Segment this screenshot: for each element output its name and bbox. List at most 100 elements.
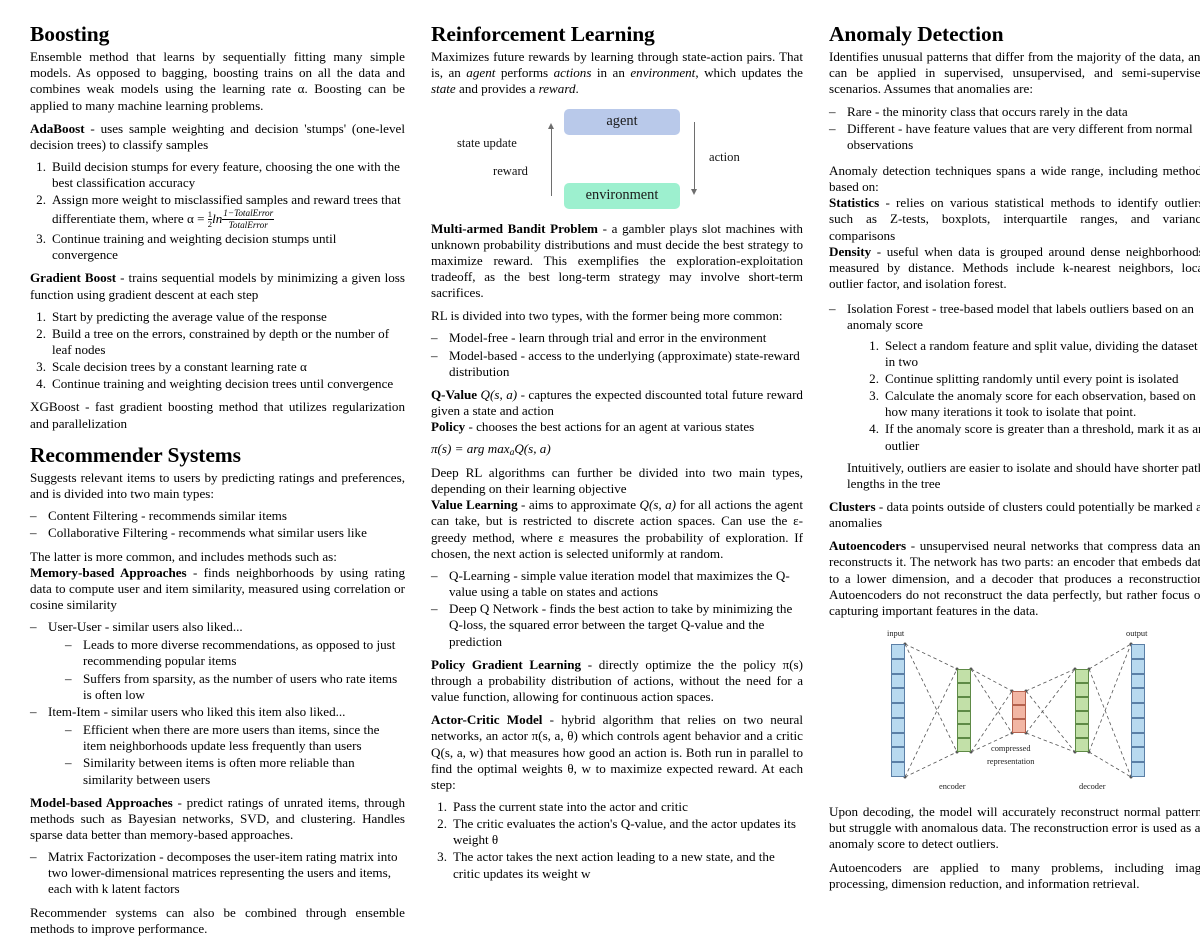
ae-cell	[891, 644, 905, 659]
list-text: Start by predicting the average value of…	[52, 308, 327, 324]
action-label: action	[709, 149, 740, 164]
list-text: Isolation Forest - tree-based model that…	[847, 301, 1194, 333]
section-heading-anomaly-detection: Anomaly Detection	[829, 22, 1004, 46]
dash-marker: –	[30, 703, 37, 719]
dash-marker: –	[65, 670, 72, 686]
list-text: Content Filtering - recommends similar i…	[48, 508, 287, 524]
gradient-boost-steps: 1. Start by predicting the average value …	[30, 309, 405, 393]
rl-intro-e: and provides a	[455, 81, 539, 97]
action-line	[694, 121, 696, 190]
ae-decoder-label: decoder	[1079, 782, 1106, 792]
qvalue-math: Q(s, a)	[480, 386, 518, 402]
ae-cell	[1131, 747, 1145, 763]
list-text: Leads to more diverse recommendations, a…	[83, 637, 396, 669]
ae-cell	[1131, 644, 1145, 659]
ae-cell	[1075, 682, 1089, 697]
ae-cell	[1131, 762, 1145, 777]
dash-marker: –	[65, 755, 72, 771]
adaboost-steps: 1. Build decision stumps for every featur…	[30, 159, 405, 263]
list-text: If the anomaly score is greater than a t…	[885, 421, 1200, 453]
list-text: Select a random feature and split value,…	[885, 337, 1198, 369]
ae-cell	[957, 710, 971, 725]
ae-cell	[1012, 705, 1026, 720]
list-item: – Rare - the minority class that occurs r…	[829, 104, 1200, 120]
dash-marker: –	[829, 120, 836, 136]
state-update-line	[551, 127, 553, 196]
rl-intro-actions: actions	[553, 65, 592, 81]
value-learning-paragraph: Value Learning - aims to approximate Q(s…	[431, 497, 803, 562]
list-marker: 3.	[36, 231, 46, 247]
list-marker: 2.	[36, 325, 46, 341]
ae-decoder-hidden-layer	[1075, 669, 1089, 753]
list-marker: 3.	[869, 388, 879, 404]
list-item: 3. Scale decision trees by a constant lea…	[30, 359, 405, 375]
ae-output-layer	[1131, 644, 1145, 777]
ae-input-label: input	[887, 629, 905, 639]
rl-types-list: – Model-free - learn through trial and er…	[431, 330, 803, 379]
rl-intro-c: in an	[591, 65, 631, 81]
policy-formula: π(s) = arg max a Q(s, a)	[431, 435, 803, 458]
boosting-intro: Ensemble method that learns by sequentia…	[30, 49, 405, 113]
dash-marker: –	[431, 601, 438, 617]
agent-box: agent	[564, 108, 680, 135]
list-text: Continue training and weighting decision…	[52, 376, 394, 392]
list-item: – Matrix Factorization - decomposes the u…	[30, 849, 405, 897]
list-marker: 1.	[36, 159, 46, 175]
list-item: – Q-Learning - simple value iteration mod…	[431, 568, 803, 600]
clusters-term: Clusters	[829, 498, 876, 514]
list-text: Model-based - access to the underlying (…	[449, 347, 800, 379]
deeprl-paragraph: Deep RL algorithms can further be divide…	[431, 465, 803, 497]
ae-cell	[1075, 738, 1089, 753]
list-item: 1. Build decision stumps for every featur…	[30, 159, 405, 191]
ae-cell	[891, 762, 905, 777]
qvalue-term: Q-Value	[431, 386, 478, 402]
rl-intro-agent: agent	[466, 65, 496, 81]
rl-intro-b: performs	[495, 65, 554, 81]
bandit-paragraph: Multi-armed Bandit Problem - a gambler p…	[431, 221, 803, 302]
ae-cell	[1075, 710, 1089, 725]
section-heading-reinforcement-learning: Reinforcement Learning	[431, 22, 655, 46]
ae-compressed-layer	[1012, 691, 1026, 734]
dash-marker: –	[431, 567, 438, 583]
list-marker: 4.	[869, 421, 879, 437]
clusters-desc: - data points outside of clusters could …	[829, 498, 1200, 531]
anomaly-assumptions-list: – Rare - the minority class that occurs r…	[829, 104, 1200, 153]
user-user-list: – User-User - similar users also liked...…	[30, 619, 405, 788]
actor-critic-term: Actor-Critic Model	[431, 712, 543, 728]
fraction-denominator: TotalError	[228, 219, 268, 230]
actor-critic-steps: 1. Pass the current state into the actor …	[431, 799, 803, 882]
list-item: 1. Start by predicting the average value …	[30, 309, 405, 325]
ae-compressed-label-line2: representation	[987, 757, 1035, 767]
list-item: – Collaborative Filtering - recommends wh…	[30, 525, 405, 541]
list-text: Continue training and weighting decision…	[52, 231, 337, 263]
list-marker: 2.	[437, 816, 447, 832]
memory-approaches-term: Memory-based Approaches	[30, 564, 187, 580]
list-text: Different - have feature values that are…	[847, 120, 1193, 152]
ae-cell	[1131, 688, 1145, 704]
list-marker: 3.	[437, 849, 447, 865]
cheatsheet-page: Boosting Ensemble method that learns by …	[0, 0, 1200, 936]
techniques-intro: Anomaly detection techniques spans a wid…	[829, 163, 1200, 195]
gradient-boost-term: Gradient Boost	[30, 270, 117, 286]
column-middle: Reinforcement Learning Maximizes future …	[431, 22, 803, 883]
clusters-paragraph: Clusters - data points outside of cluste…	[829, 499, 1200, 531]
list-text: User-User - similar users also liked...	[48, 619, 243, 635]
ae-cell	[1012, 719, 1026, 734]
ae-cell	[891, 658, 905, 674]
policy-formula-rhs: Q(s, a)	[514, 441, 551, 457]
statistics-paragraph: Statistics - relies on various statistic…	[829, 195, 1200, 243]
qvalue-paragraph: Q-Value Q(s, a) - captures the expected …	[431, 387, 803, 419]
latter-paragraph: The latter is more common, and includes …	[30, 548, 337, 564]
dash-marker: –	[65, 722, 72, 738]
list-text: Deep Q Network - finds the best action t…	[449, 601, 793, 649]
state-update-label: state update	[457, 135, 517, 150]
list-marker: 4.	[36, 376, 46, 392]
ae-encoder-label: encoder	[939, 782, 966, 792]
ae-cell	[957, 669, 971, 683]
rl-types-intro: RL is divided into two types, with the f…	[431, 308, 783, 324]
list-item: 2. Continue splitting randomly until ever…	[863, 371, 1200, 387]
list-text: Build decision stumps for every feature,…	[52, 159, 400, 191]
ae-cell	[1131, 703, 1145, 718]
xgboost-paragraph: XGBoost - fast gradient boosting method …	[30, 399, 405, 431]
ae-cell	[891, 703, 905, 718]
